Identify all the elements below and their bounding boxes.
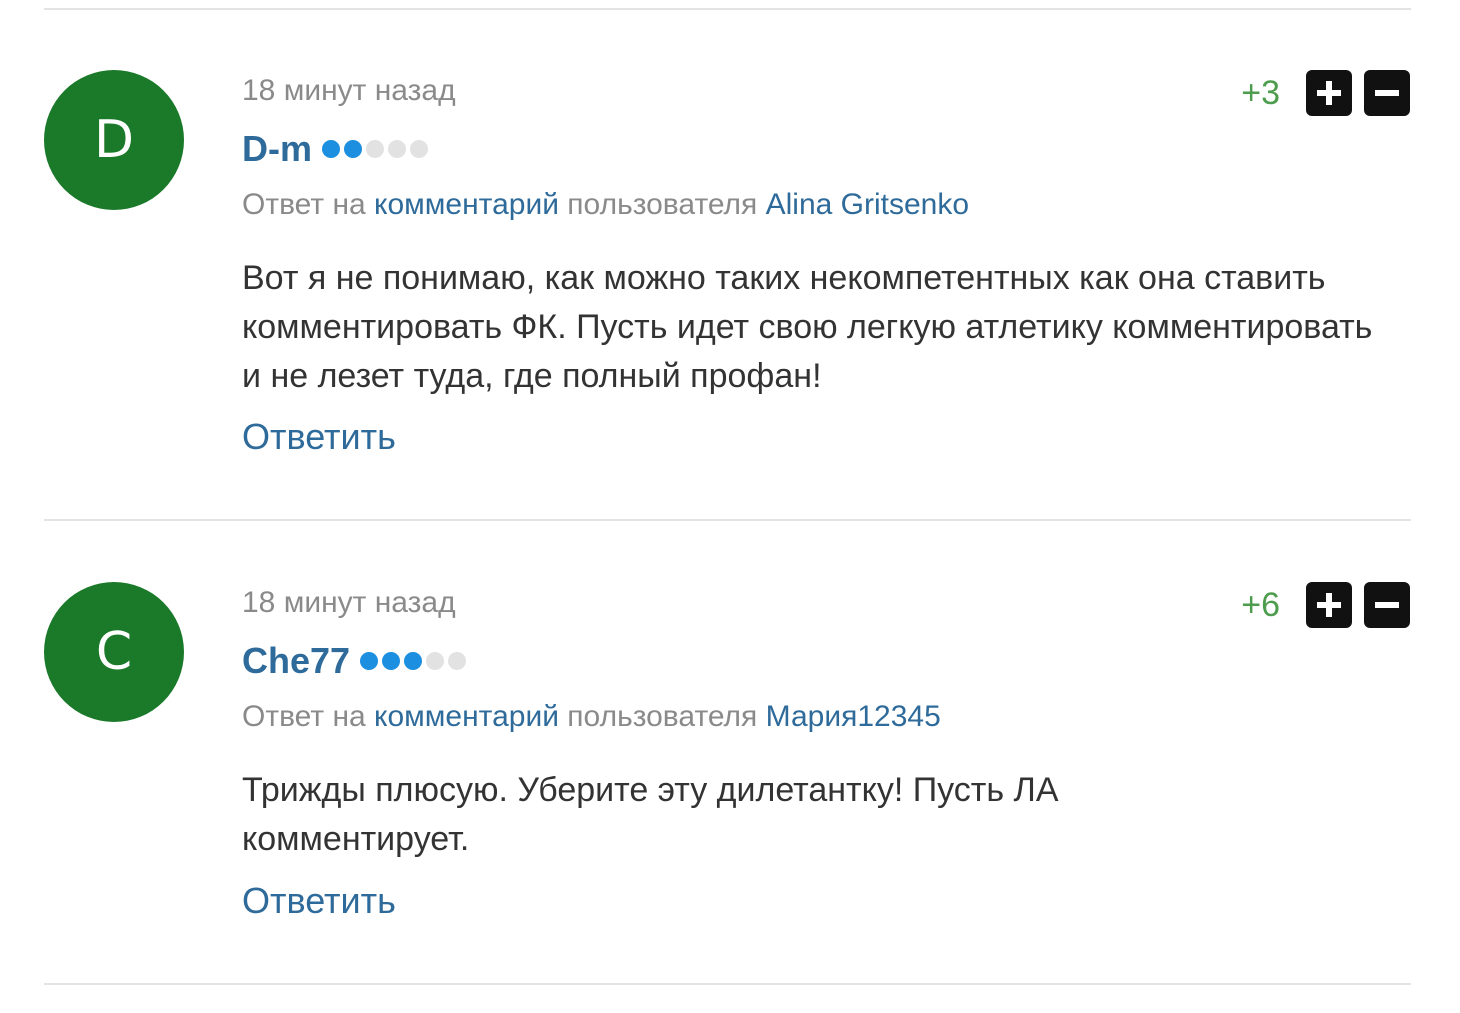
comment-text: Вот я не понимаю, как можно таких некомп… — [242, 259, 1373, 395]
avatar[interactable]: D — [44, 70, 184, 210]
reply-comment-link[interactable]: комментарий — [374, 700, 559, 733]
plus-icon — [1317, 593, 1341, 617]
author-row: Che77 — [242, 640, 467, 682]
minus-icon — [1375, 602, 1399, 608]
bottom-divider — [44, 983, 1411, 985]
rank-dot — [448, 652, 467, 670]
vote-controls: +3 — [1241, 70, 1410, 116]
reply-mid: пользователя — [558, 188, 766, 221]
reply-user-link[interactable]: Мария12345 — [766, 700, 941, 733]
user-rank — [360, 652, 467, 670]
rank-dot — [382, 652, 401, 670]
vote-score: +3 — [1241, 73, 1280, 112]
author-row: D-m — [242, 128, 428, 170]
comment-item: C 18 минут назад Che77 Ответ на коммента… — [0, 582, 1460, 942]
downvote-button[interactable] — [1364, 582, 1410, 628]
vote-controls: +6 — [1241, 582, 1410, 628]
reply-prefix: Ответ на — [242, 188, 375, 221]
minus-icon — [1375, 90, 1399, 96]
rank-dot — [426, 652, 445, 670]
reply-button[interactable]: Ответить — [242, 416, 396, 458]
rank-dot — [322, 140, 340, 158]
reply-context: Ответ на комментарий пользователя Alina … — [242, 188, 969, 222]
author-name[interactable]: Che77 — [242, 640, 350, 682]
avatar-letter: D — [93, 110, 135, 170]
comment-divider — [44, 519, 1411, 521]
rank-dot — [388, 140, 406, 158]
vote-score: +6 — [1241, 585, 1280, 624]
plus-icon — [1317, 81, 1341, 105]
comment-text: Трижды плюсую. Уберите эту дилетантку! П… — [242, 771, 1059, 858]
reply-user-link[interactable]: Alina Gritsenko — [766, 188, 969, 221]
avatar[interactable]: C — [44, 582, 184, 722]
upvote-button[interactable] — [1306, 582, 1352, 628]
author-name[interactable]: D-m — [242, 128, 312, 170]
top-divider — [44, 8, 1411, 10]
comment-time: 18 минут назад — [242, 586, 456, 619]
rank-dot — [404, 652, 423, 670]
reply-button[interactable]: Ответить — [242, 880, 396, 922]
rank-dot — [344, 140, 362, 158]
rank-dot — [366, 140, 384, 158]
rank-dot — [410, 140, 428, 158]
user-rank — [322, 140, 428, 158]
downvote-button[interactable] — [1364, 70, 1410, 116]
reply-prefix: Ответ на — [242, 700, 375, 733]
reply-context: Ответ на комментарий пользователя Мария1… — [242, 700, 941, 734]
comment-time: 18 минут назад — [242, 74, 456, 107]
upvote-button[interactable] — [1306, 70, 1352, 116]
comment-item: D 18 минут назад D-m Ответ на комментари… — [0, 70, 1460, 470]
rank-dot — [360, 652, 379, 670]
reply-comment-link[interactable]: комментарий — [374, 188, 559, 221]
avatar-letter: C — [95, 622, 133, 682]
reply-mid: пользователя — [558, 700, 766, 733]
